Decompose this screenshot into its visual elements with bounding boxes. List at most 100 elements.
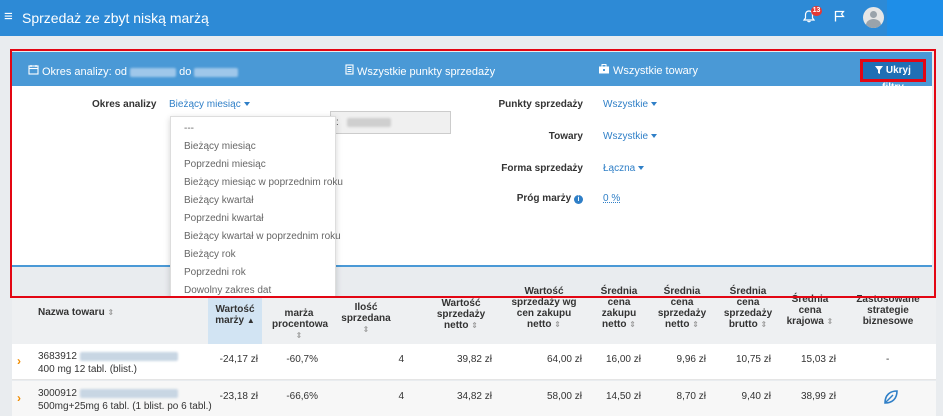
col-sales-purchase-net[interactable]: Wartość sprzedaży wg cen zakupu netto ⇕ (504, 286, 584, 330)
product-desc: 400 mg 12 tabl. (blist.) (38, 364, 137, 375)
sort-icon: ⇕ (554, 320, 561, 329)
col-avg-sale-gross[interactable]: Średnia cena sprzedaży brutto ⇕ (720, 286, 776, 330)
period-filter-select[interactable]: Bieżący miesiąc (169, 99, 250, 110)
col-qty-sold[interactable]: Ilość sprzedana ⇕ (338, 302, 394, 335)
points-filter-value: Wszystkie (603, 99, 648, 110)
sale-form-filter-label: Forma sprzedaży (501, 163, 583, 174)
points-filter-select[interactable]: Wszystkie (603, 99, 657, 110)
app-header: ≡ Sprzedaż ze zbyt niską marżą 13 (0, 0, 943, 36)
hide-filters-button[interactable]: Ukryj filtry (860, 59, 926, 93)
cell-strategy: - (886, 354, 890, 365)
page-title: Sprzedaż ze zbyt niską marżą (22, 10, 209, 26)
sort-icon: ⇕ (107, 308, 115, 317)
flag-icon[interactable] (834, 10, 845, 25)
cell-sales-net: 34,82 zł (456, 391, 492, 402)
cell-avg-sale-net: 8,70 zł (676, 391, 706, 402)
product-desc: 500mg+25mg 6 tabl. (1 blist. po 6 tabl.) (38, 401, 212, 412)
sort-icon: ⇕ (295, 331, 303, 340)
sale-form-filter-value: Łączna (603, 163, 636, 174)
points-summary[interactable]: Wszystkie punkty sprzedaży (345, 64, 495, 78)
sort-icon: ⇕ (471, 321, 478, 330)
col-margin-pct[interactable]: marża procentowa ⇕ (272, 308, 328, 341)
cell-sales-purchase: 58,00 zł (546, 391, 582, 402)
period-filter-label: Okres analizy (92, 99, 157, 110)
cell-qty: 4 (398, 391, 404, 402)
sort-icon: ⇕ (629, 320, 636, 329)
dropdown-item[interactable]: Bieżący miesiąc w poprzednim roku (184, 177, 343, 188)
panel-divider (12, 265, 932, 267)
col-avg-purchase[interactable]: Średnia cena zakupu netto ⇕ (594, 286, 644, 330)
date-separator: : (336, 117, 339, 128)
product-code: 3000912 (38, 388, 178, 399)
dropdown-item[interactable]: Bieżący kwartał w poprzednim roku (184, 231, 341, 242)
calendar-icon (28, 64, 39, 78)
table-header: Nazwa towaru ⇕ Wartość marży ▲ marża pro… (12, 286, 936, 344)
goods-summary-label: Wszystkie towary (613, 65, 698, 77)
goods-filter-label: Towary (548, 131, 583, 142)
expand-chevron-icon[interactable]: › (17, 391, 21, 405)
product-code: 3683912 (38, 351, 178, 362)
dropdown-item[interactable]: Bieżący miesiąc (184, 141, 256, 152)
cell-avg-purchase: 16,00 zł (605, 354, 641, 365)
dropdown-item[interactable]: Poprzedni miesiąc (184, 159, 266, 170)
briefcase-icon (598, 64, 610, 77)
caret-down-icon (243, 102, 250, 107)
caret-down-icon (651, 134, 657, 139)
dropdown-item[interactable]: Poprzedni kwartał (184, 213, 263, 224)
date-range-input[interactable]: : (330, 111, 451, 134)
date-redacted (347, 118, 391, 127)
dropdown-item[interactable]: Poprzedni rok (184, 267, 246, 278)
cell-avg-sale-gross: 10,75 zł (735, 354, 771, 365)
dropdown-item[interactable]: Bieżący kwartał (184, 195, 253, 206)
caret-down-icon (651, 102, 657, 107)
goods-summary[interactable]: Wszystkie towary (598, 64, 698, 77)
cell-sales-net: 39,82 zł (456, 354, 492, 365)
col-product-name[interactable]: Nazwa towaru ⇕ (38, 307, 114, 318)
margin-threshold-value[interactable]: 0 % (603, 193, 620, 204)
period-summary[interactable]: Okres analizy: od do (28, 64, 239, 78)
strategy-leaf-icon[interactable] (881, 387, 901, 407)
table-row[interactable]: › 3000912 500mg+25mg 6 tabl. (1 blist. p… (12, 381, 936, 416)
cell-avg-sale-net: 9,96 zł (676, 354, 706, 365)
cell-margin-pct: -66,6% (286, 391, 318, 402)
dropdown-item[interactable]: Dowolny zakres dat (184, 285, 271, 296)
info-icon[interactable]: i (574, 195, 583, 204)
period-to-redacted (194, 67, 239, 77)
goods-filter-value: Wszystkie (603, 131, 648, 142)
sale-form-filter-select[interactable]: Łączna (603, 163, 645, 174)
cell-avg-national: 38,99 zł (800, 391, 836, 402)
cell-margin-value: -24,17 zł (219, 354, 258, 365)
hide-filters-label: Ukryj filtry (882, 65, 911, 93)
table-row[interactable]: › 3683912 400 mg 12 tabl. (blist.) -24,1… (12, 344, 936, 380)
goods-filter-select[interactable]: Wszystkie (603, 131, 657, 142)
points-summary-label: Wszystkie punkty sprzedaży (357, 66, 496, 78)
col-strategies: Zastosowane strategie biznesowe (856, 294, 920, 327)
scroll-gutter (936, 36, 943, 416)
cell-margin-pct: -60,7% (286, 354, 318, 365)
period-filter-value: Bieżący miesiąc (169, 99, 241, 110)
cell-sales-purchase: 64,00 zł (546, 354, 582, 365)
margin-threshold-label: Próg marży i (498, 193, 583, 204)
store-icon (345, 64, 354, 78)
dropdown-item[interactable]: Bieżący rok (184, 249, 236, 260)
points-filter-label: Punkty sprzedaży (498, 99, 583, 110)
col-sales-net[interactable]: Wartość sprzedaży netto ⇕ (430, 298, 492, 331)
col-avg-sale-net[interactable]: Średnia cena sprzedaży netto ⇕ (654, 286, 710, 330)
filter-icon (875, 66, 884, 74)
period-from-redacted (130, 67, 177, 77)
col-margin-value[interactable]: Wartość marży ▲ (208, 298, 262, 344)
header-corner-panel (887, 0, 943, 36)
expand-chevron-icon[interactable]: › (17, 354, 21, 368)
period-summary-label: Okres analizy: od (42, 66, 127, 78)
hamburger-menu-icon[interactable]: ≡ (4, 8, 13, 25)
filter-summary-bar: Okres analizy: od do Wszystkie punkty sp… (12, 52, 932, 93)
cell-avg-purchase: 14,50 zł (605, 391, 641, 402)
sort-icon: ⇕ (692, 320, 699, 329)
col-avg-national[interactable]: Średnia cena krajowa ⇕ (784, 294, 836, 327)
sort-asc-icon: ▲ (246, 316, 255, 325)
cell-avg-national: 15,03 zł (800, 354, 836, 365)
filter-panel: Okres analizy: od do Wszystkie punkty sp… (12, 52, 932, 267)
user-avatar-icon[interactable] (863, 7, 884, 28)
dropdown-item[interactable]: --- (184, 123, 194, 134)
notification-count-badge: 13 (811, 6, 822, 16)
